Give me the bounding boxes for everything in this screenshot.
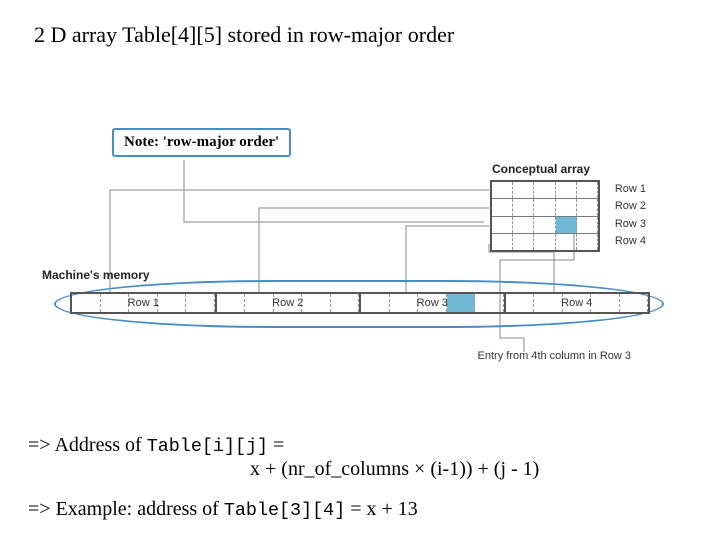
memory-segment: Row 2 xyxy=(217,294,362,312)
note-label: Note: xyxy=(124,134,163,150)
note-box: Note: 'row-major order' xyxy=(112,128,291,157)
highlighted-memory-cell xyxy=(447,294,476,312)
arrow-text: => xyxy=(28,434,54,456)
example-code: Table[3][4] xyxy=(224,500,345,521)
conceptual-array: Row 1 Row 2 Row 3 Row 4 xyxy=(490,180,600,252)
arrow-text: => xyxy=(28,498,56,520)
example-prefix: Example: address of xyxy=(56,498,224,520)
memory-segment: Row 1 xyxy=(72,294,217,312)
formula-text: Address of xyxy=(54,434,146,456)
memory-segment: Row 4 xyxy=(506,294,649,312)
conceptual-row-label: Row 2 xyxy=(615,200,646,212)
formula-address: => Address of Table[i][j] = xyxy=(28,434,284,457)
diagram-area: Conceptual array Row 1 Row 2 Row 3 Row 4… xyxy=(34,160,686,410)
memory-strip: Row 1 Row 2 Row 3 Row 4 xyxy=(70,292,650,314)
memory-segment: Row 3 xyxy=(361,294,506,312)
conceptual-array-label: Conceptual array xyxy=(492,162,590,176)
highlighted-cell xyxy=(556,217,577,233)
formula-rhs: x + (nr_of_columns × (i-1)) + (j - 1) xyxy=(250,458,539,481)
conceptual-row-label: Row 4 xyxy=(615,235,646,247)
conceptual-row: Row 4 xyxy=(492,234,598,250)
conceptual-row: Row 2 xyxy=(492,199,598,216)
formula-code: Table[i][j] xyxy=(147,436,268,457)
conceptual-row: Row 3 xyxy=(492,217,598,234)
machine-memory-label: Machine's memory xyxy=(42,268,150,282)
page-title: 2 D array Table[4][5] stored in row-majo… xyxy=(34,22,454,48)
formula-eq: = xyxy=(268,434,284,456)
note-term: 'row-major order' xyxy=(163,134,280,150)
example-suffix: = x + 13 xyxy=(345,498,418,520)
conceptual-row-label: Row 3 xyxy=(615,218,646,230)
conceptual-row-label: Row 1 xyxy=(615,183,646,195)
entry-caption: Entry from 4th column in Row 3 xyxy=(478,350,631,362)
formula-example: => Example: address of Table[3][4] = x +… xyxy=(28,498,418,521)
conceptual-row: Row 1 xyxy=(492,182,598,199)
